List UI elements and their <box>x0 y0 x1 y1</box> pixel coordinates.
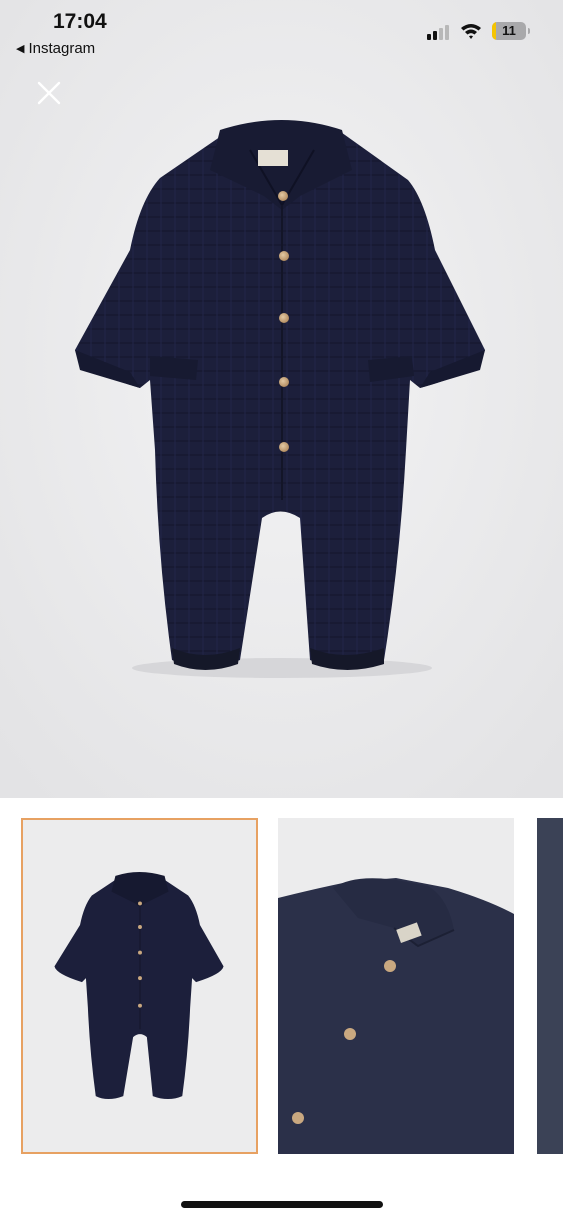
close-button[interactable] <box>34 78 64 108</box>
close-icon <box>37 81 61 105</box>
product-image-viewer[interactable] <box>0 0 563 798</box>
battery-tip <box>528 28 530 34</box>
back-app-label: Instagram <box>28 40 96 57</box>
thumbnail-2[interactable] <box>278 818 514 1154</box>
battery-level: 11 <box>502 23 516 38</box>
cellular-signal-icon <box>427 24 449 40</box>
thumbnail-photo-front <box>23 820 256 1152</box>
battery-icon: 11 <box>492 22 526 40</box>
thumbnail-1-selected[interactable] <box>21 818 258 1154</box>
clock-time: 17:04 <box>53 10 107 33</box>
thumbnail-strip[interactable] <box>0 798 563 1178</box>
product-photo-jumpsuit <box>0 0 563 798</box>
home-indicator[interactable] <box>181 1201 383 1208</box>
back-to-app-link[interactable]: ◀ Instagram <box>16 40 95 57</box>
thumbnail-photo-collar-detail <box>278 818 514 1154</box>
status-bar: 17:04 ◀ Instagram 11 <box>0 0 563 70</box>
wifi-icon <box>461 24 481 39</box>
thumbnail-3-partial[interactable] <box>537 818 563 1154</box>
back-arrow-icon: ◀ <box>16 43 25 55</box>
